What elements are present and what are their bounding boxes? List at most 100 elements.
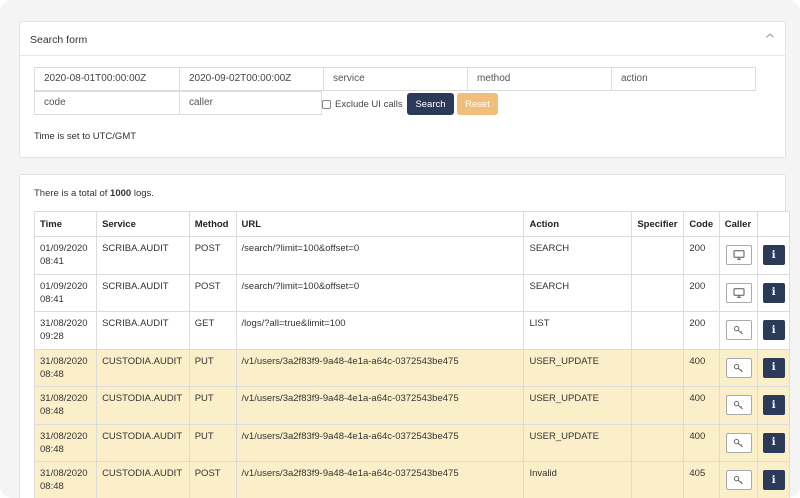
column-header-service[interactable]: Service [96, 211, 190, 237]
reset-button[interactable]: Reset [457, 93, 498, 115]
cell-caller [718, 348, 759, 387]
table-header-row: Time Service Method URL Action Specifier… [33, 211, 790, 237]
column-header-action[interactable]: Action [523, 211, 633, 237]
cell-code: 400 [683, 386, 720, 425]
cell-specifier [631, 461, 685, 498]
cell-url: /search/?limit=100&offset=0 [235, 236, 525, 275]
code-input[interactable]: code [34, 91, 180, 115]
cell-service: SCRIBA.AUDIT [96, 273, 190, 312]
caller-button[interactable] [725, 320, 752, 341]
cell-action: USER_UPDATE [523, 348, 633, 387]
chevron-up-icon[interactable] [765, 31, 775, 41]
date-to-input[interactable]: 2020-09-02T00:00:00Z [179, 67, 324, 91]
cell-time: 31/08/2020 08:48 [33, 348, 98, 387]
cell-clock: 08:48 [40, 368, 64, 380]
info-button[interactable]: i [762, 432, 785, 453]
cell-url: /search/?limit=100&offset=0 [235, 273, 525, 312]
cell-method: PUT [188, 423, 237, 462]
cell-method: GET [188, 311, 237, 350]
info-icon: i [771, 362, 776, 374]
cell-service: CUSTODIA.AUDIT [96, 423, 190, 462]
info-button[interactable]: i [762, 470, 785, 491]
table-row: 31/08/2020 08:48 CUSTODIA.AUDIT PUT/v1/user… [33, 348, 790, 387]
caller-button[interactable] [725, 357, 752, 378]
cell-caller [718, 386, 759, 425]
cell-date: 31/08/2020 [40, 318, 88, 329]
exclude-ui-checkbox[interactable] [322, 99, 331, 109]
cell-code: 200 [683, 311, 720, 350]
method-input[interactable]: method [467, 67, 612, 91]
cell-code: 200 [683, 273, 720, 312]
cell-service: CUSTODIA.AUDIT [96, 386, 190, 425]
cell-time: 31/08/2020 08:48 [33, 423, 98, 462]
key-icon [733, 325, 745, 335]
cell-date: 31/08/2020 [40, 355, 88, 367]
cell-service: SCRIBA.AUDIT [96, 311, 190, 350]
info-button[interactable]: i [762, 357, 785, 378]
cell-specifier [631, 311, 685, 350]
cell-caller [718, 236, 759, 275]
cell-time: 01/09/2020 08:41 [33, 273, 98, 312]
date-from-input[interactable]: 2020-08-01T00:00:00Z [34, 67, 180, 91]
column-header-method[interactable]: Method [188, 211, 237, 237]
caller-button[interactable] [725, 395, 752, 416]
cell-service: CUSTODIA.AUDIT [96, 461, 190, 498]
cell-info: i [757, 386, 790, 425]
info-icon: i [771, 324, 776, 336]
service-input[interactable]: service [323, 67, 468, 91]
cell-info: i [757, 423, 790, 462]
cell-clock: 08:41 [40, 256, 64, 267]
column-header-actions [757, 211, 790, 237]
info-button[interactable]: i [762, 320, 785, 341]
app-frame: Search form 2020-08-01T00:00:00Z 2020-09… [0, 0, 800, 498]
cell-url: /v1/users/3a2f83f9-9a48-4e1a-a64c-037254… [235, 461, 525, 498]
info-button[interactable]: i [762, 245, 785, 266]
exclude-ui-toggle[interactable]: Exclude UI calls [322, 97, 403, 111]
info-icon: i [771, 437, 776, 449]
column-header-code[interactable]: Code [683, 211, 720, 237]
cell-action: SEARCH [523, 273, 633, 312]
table-row: 01/09/2020 08:41 SCRIBA.AUDIT POST/search/?… [33, 273, 790, 312]
search-button[interactable]: Search [407, 93, 454, 115]
exclude-ui-label: Exclude UI calls [335, 98, 403, 110]
key-icon [733, 363, 745, 373]
cell-time: 31/08/2020 09:28 [33, 311, 98, 350]
cell-info: i [757, 236, 790, 275]
logs-table: Time Service Method URL Action Specifier… [33, 211, 790, 498]
info-button[interactable]: i [762, 395, 785, 416]
cell-code: 405 [683, 461, 720, 498]
caller-button[interactable] [725, 245, 752, 266]
cell-date: 31/08/2020 [40, 393, 88, 404]
cell-info: i [757, 311, 790, 350]
column-header-caller[interactable]: Caller [718, 211, 759, 237]
cell-method: POST [188, 273, 237, 312]
cell-specifier [631, 386, 685, 425]
cell-clock: 08:48 [40, 443, 64, 455]
column-header-specifier[interactable]: Specifier [631, 211, 685, 237]
cell-specifier [631, 273, 685, 312]
cell-info: i [757, 348, 790, 387]
search-form-header[interactable]: Search form [20, 22, 785, 56]
cell-caller [718, 423, 759, 462]
info-button[interactable]: i [762, 282, 785, 303]
column-header-time[interactable]: Time [33, 211, 98, 237]
cell-caller [718, 461, 759, 498]
logs-card: There is a total of 1000 logs. Time Serv… [19, 174, 790, 498]
column-header-url[interactable]: URL [235, 211, 525, 237]
table-row: 01/09/2020 08:41 SCRIBA.AUDIT POST/search/?… [33, 236, 790, 275]
caller-button[interactable] [725, 470, 752, 491]
caller-button[interactable] [725, 282, 752, 303]
table-row: 31/08/2020 08:48 CUSTODIA.AUDIT PUT/v1/user… [33, 386, 790, 425]
cell-date: 31/08/2020 [40, 468, 88, 479]
caller-button[interactable] [725, 432, 752, 453]
cell-service: CUSTODIA.AUDIT [96, 348, 190, 387]
cell-method: POST [188, 461, 237, 498]
action-input[interactable]: action [611, 67, 756, 91]
key-icon [733, 438, 745, 448]
caller-input[interactable]: caller [179, 91, 322, 115]
cell-time: 31/08/2020 08:48 [33, 461, 98, 498]
info-icon: i [771, 399, 776, 411]
cell-specifier [631, 236, 685, 275]
cell-caller [718, 273, 759, 312]
table-row: 31/08/2020 08:48 CUSTODIA.AUDIT POST/v1/use… [33, 461, 790, 498]
